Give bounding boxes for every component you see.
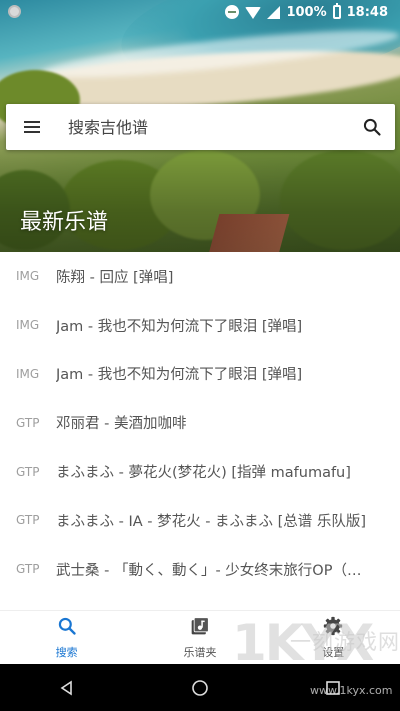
item-type-badge: GTP [16, 513, 40, 528]
item-type-badge: IMG [16, 366, 40, 381]
item-title: 武士桑 - 「動く、動く」- 少女终末旅行OP（… [56, 562, 362, 579]
cell-signal-icon [267, 5, 281, 19]
search-icon [57, 616, 77, 640]
nav-item-search[interactable]: 搜索 [0, 611, 133, 664]
section-title: 最新乐谱 [20, 210, 109, 235]
notification-dot-icon [8, 5, 21, 18]
nav-label-library: 乐谱夹 [183, 645, 217, 659]
nav-label-settings: 设置 [322, 645, 345, 659]
status-time: 18:48 [346, 4, 388, 20]
item-title: Jam - 我也不知为何流下了眼泪 [弹唱] [56, 367, 303, 384]
item-type-badge: IMG [16, 269, 40, 284]
music-library-icon [190, 616, 210, 640]
item-type-badge: GTP [16, 415, 40, 430]
list-item[interactable]: GTP まふまふ - IA - 梦花火 - まふまふ [总谱 乐队版] [0, 496, 400, 545]
list-item[interactable]: IMG 陈翔 - 回应 [弹唱] [0, 252, 400, 301]
item-type-badge: GTP [16, 562, 40, 577]
item-title: 陈翔 - 回应 [弹唱] [56, 269, 174, 286]
battery-percent: 100% [286, 4, 327, 20]
list-item[interactable]: GTP 武士桑 - 「動く、動く」- 少女终末旅行OP（… [0, 545, 400, 594]
back-icon[interactable] [47, 668, 87, 708]
list-item[interactable]: IMG Jam - 我也不知为何流下了眼泪 [弹唱] [0, 350, 400, 399]
search-icon[interactable] [349, 104, 395, 150]
status-bar: 100% 18:48 [0, 0, 400, 24]
item-type-badge: GTP [16, 464, 40, 479]
menu-icon[interactable] [6, 104, 58, 150]
battery-icon [332, 3, 341, 19]
system-navigation-bar [0, 664, 400, 711]
item-title: まふまふ - IA - 梦花火 - まふまふ [总谱 乐队版] [56, 513, 367, 530]
tab-list: IMG 陈翔 - 回应 [弹唱] IMG Jam - 我也不知为何流下了眼泪 [… [0, 252, 400, 594]
list-item[interactable]: IMG Jam - 我也不知为何流下了眼泪 [弹唱] [0, 301, 400, 350]
wifi-icon [245, 5, 262, 19]
search-input[interactable] [58, 104, 349, 150]
gear-icon [323, 616, 343, 640]
nav-item-library[interactable]: 乐谱夹 [133, 611, 266, 664]
nav-item-settings[interactable]: 设置 [267, 611, 400, 664]
nav-label-search: 搜索 [55, 645, 78, 659]
home-icon[interactable] [180, 668, 220, 708]
list-item[interactable]: GTP 邓丽君 - 美酒加咖啡 [0, 398, 400, 447]
list-item[interactable]: GTP まふまふ - 夢花火(梦花火) [指弹 mafumafu] [0, 447, 400, 496]
item-title: Jam - 我也不知为何流下了眼泪 [弹唱] [56, 318, 303, 335]
item-title: 邓丽君 - 美酒加咖啡 [56, 416, 187, 433]
item-title: まふまふ - 夢花火(梦花火) [指弹 mafumafu] [56, 465, 351, 482]
item-type-badge: IMG [16, 318, 40, 333]
search-bar [6, 104, 395, 150]
recents-icon[interactable] [313, 668, 353, 708]
do-not-disturb-icon [225, 5, 240, 19]
bottom-navigation: 搜索 乐谱夹 设置 [0, 610, 400, 664]
